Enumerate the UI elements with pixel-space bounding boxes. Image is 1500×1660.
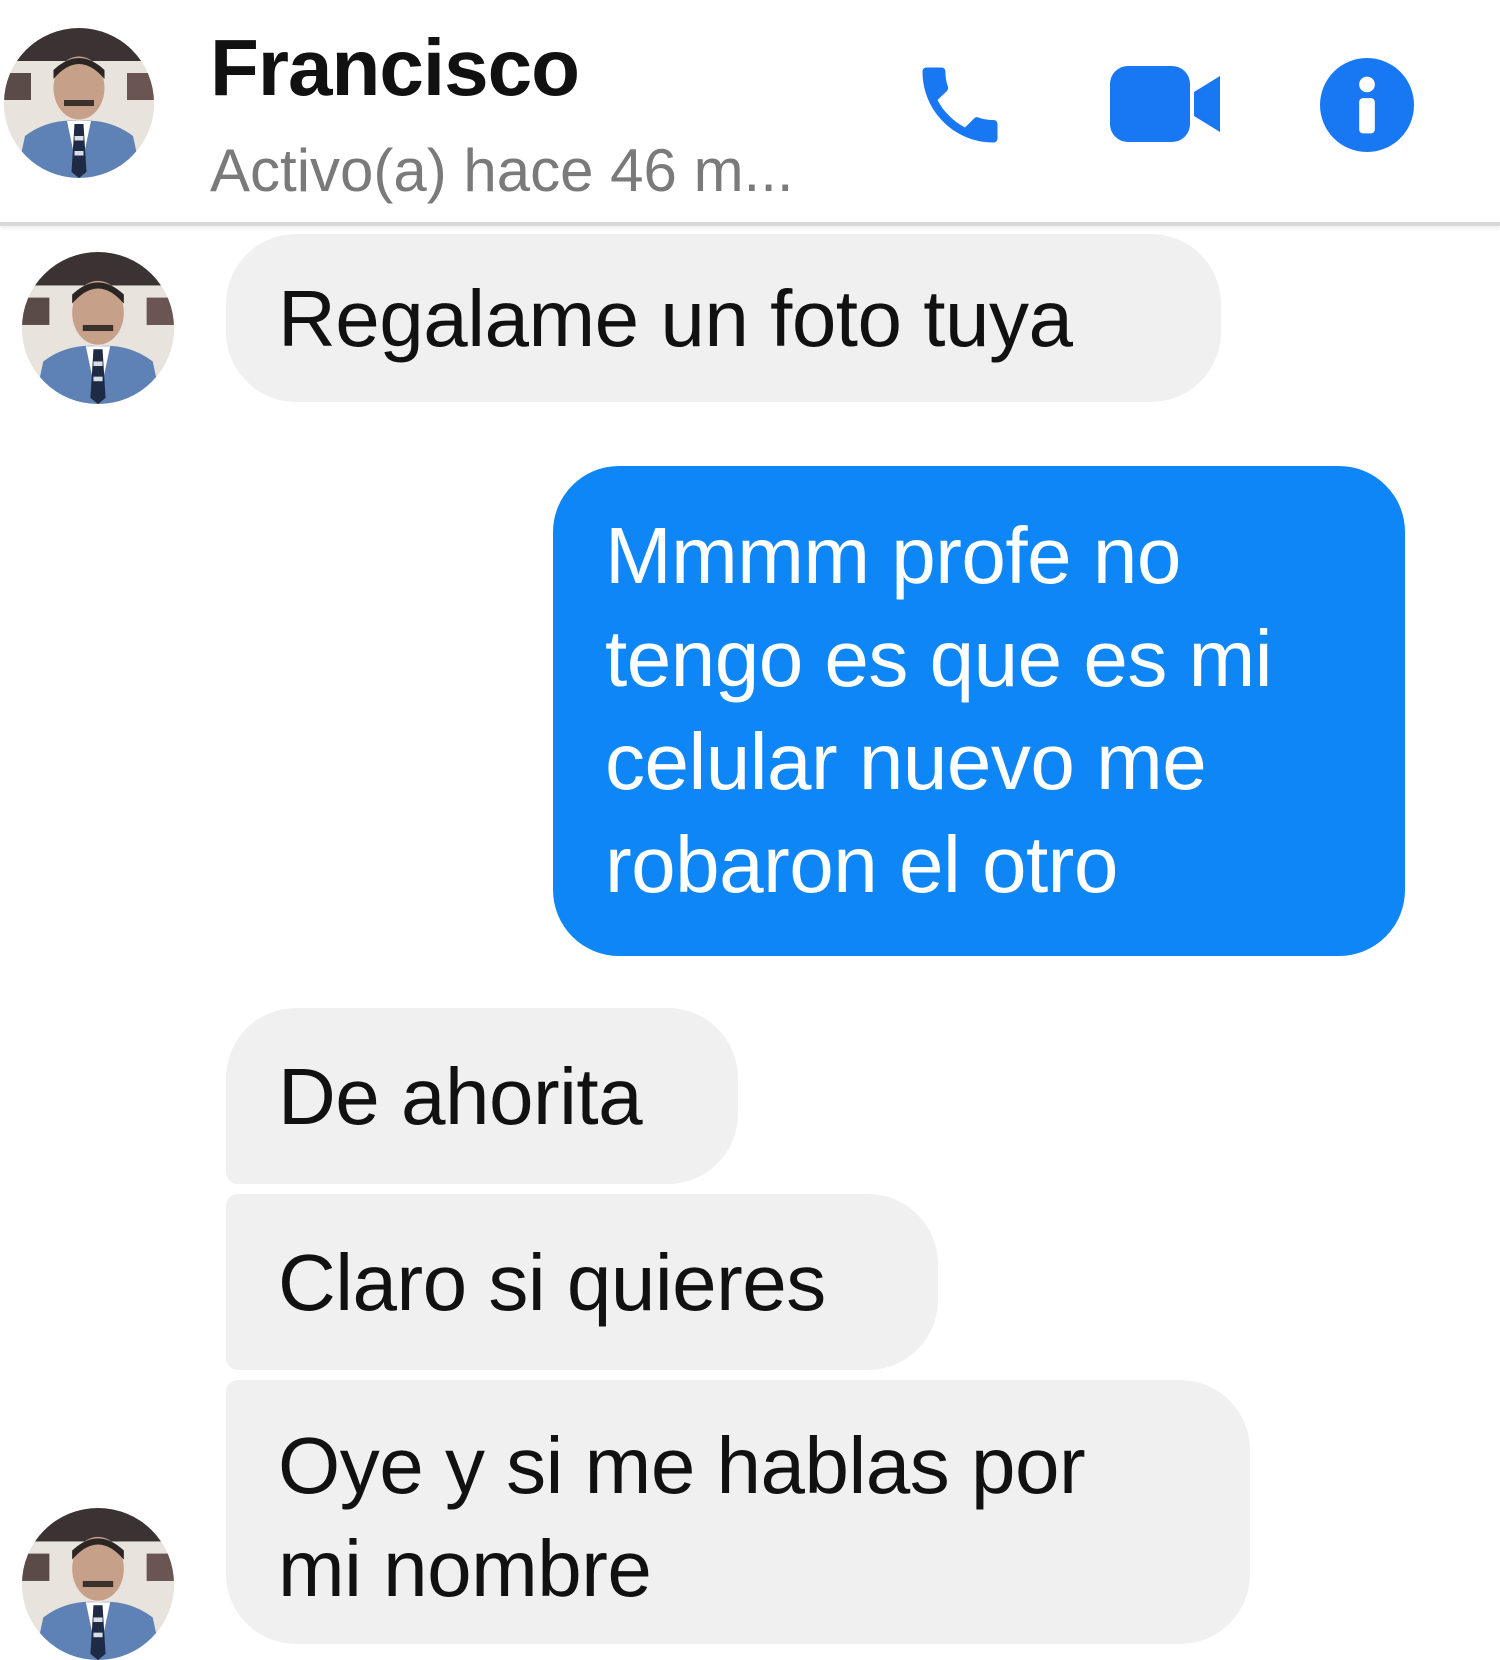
- message-line: Oye y si me hablas por: [278, 1421, 1086, 1510]
- incoming-message[interactable]: Claro si quieres: [226, 1194, 938, 1370]
- message-line: tengo es que es mi: [605, 614, 1272, 703]
- message-line: robaron el otro: [605, 820, 1118, 909]
- message-thread: Regalame un foto tuya Mmmm profe no teng…: [0, 226, 1500, 1660]
- message-line: celular nuevo me: [605, 717, 1207, 806]
- message-text: De ahorita: [278, 1051, 643, 1141]
- active-status: Activo(a) hace 46 m...: [210, 137, 794, 204]
- chat-header: Francisco Activo(a) hace 46 m...: [0, 0, 1500, 226]
- phone-icon[interactable]: [910, 55, 1010, 155]
- message-line: mi nombre: [278, 1524, 652, 1613]
- outgoing-message[interactable]: Mmmm profe no tengo es que es mi celular…: [553, 466, 1405, 956]
- contact-avatar[interactable]: [4, 28, 154, 178]
- message-line: Mmmm profe no: [605, 511, 1181, 600]
- message-text: Regalame un foto tuya: [278, 273, 1073, 363]
- sender-avatar[interactable]: [22, 1508, 174, 1660]
- info-icon[interactable]: [1320, 58, 1414, 152]
- sender-avatar[interactable]: [22, 252, 174, 404]
- incoming-message[interactable]: De ahorita: [226, 1008, 738, 1184]
- message-text: Claro si quieres: [278, 1237, 826, 1327]
- video-camera-icon[interactable]: [1110, 62, 1226, 146]
- contact-name[interactable]: Francisco: [210, 22, 580, 114]
- incoming-message[interactable]: Oye y si me hablas por mi nombre: [226, 1380, 1250, 1644]
- incoming-message[interactable]: Regalame un foto tuya: [226, 234, 1221, 402]
